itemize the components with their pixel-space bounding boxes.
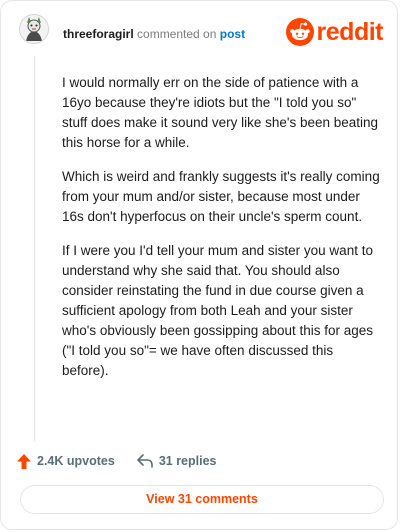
upvote-button[interactable]: 2.4K upvotes [17,453,115,469]
comment-card: threeforagirl commented on post reddit I… [0,0,398,530]
byline-action-text: commented on [137,27,217,41]
upvote-arrow-icon [17,453,31,469]
user-avatar[interactable] [19,14,49,44]
comment-paragraph: If I were you I'd tell your mum and sist… [62,243,374,378]
view-comments-button[interactable]: View 31 comments [20,485,384,514]
reply-button[interactable]: 31 replies [137,454,217,468]
reddit-logo[interactable]: reddit [285,18,384,46]
comment-body: I would normally err on the side of pati… [62,73,382,395]
reddit-wordmark: reddit [316,18,384,46]
comment-actions: 2.4K upvotes 31 replies [17,451,239,471]
comment-paragraph: Which is weird and frankly suggests it's… [62,169,380,224]
comment-byline: threeforagirl commented on post [63,27,245,41]
reply-arrow-icon [137,454,153,468]
thread-line[interactable] [34,56,35,441]
username-link[interactable]: threeforagirl [63,27,134,41]
upvote-count: 2.4K upvotes [37,454,115,468]
comment-header: threeforagirl commented on post reddit [19,14,384,58]
comment-paragraph: I would normally err on the side of pati… [62,75,379,150]
reply-count: 31 replies [158,454,217,468]
post-link[interactable]: post [220,27,245,41]
avatar-image [20,15,48,43]
reddit-snoo-icon [285,18,314,46]
